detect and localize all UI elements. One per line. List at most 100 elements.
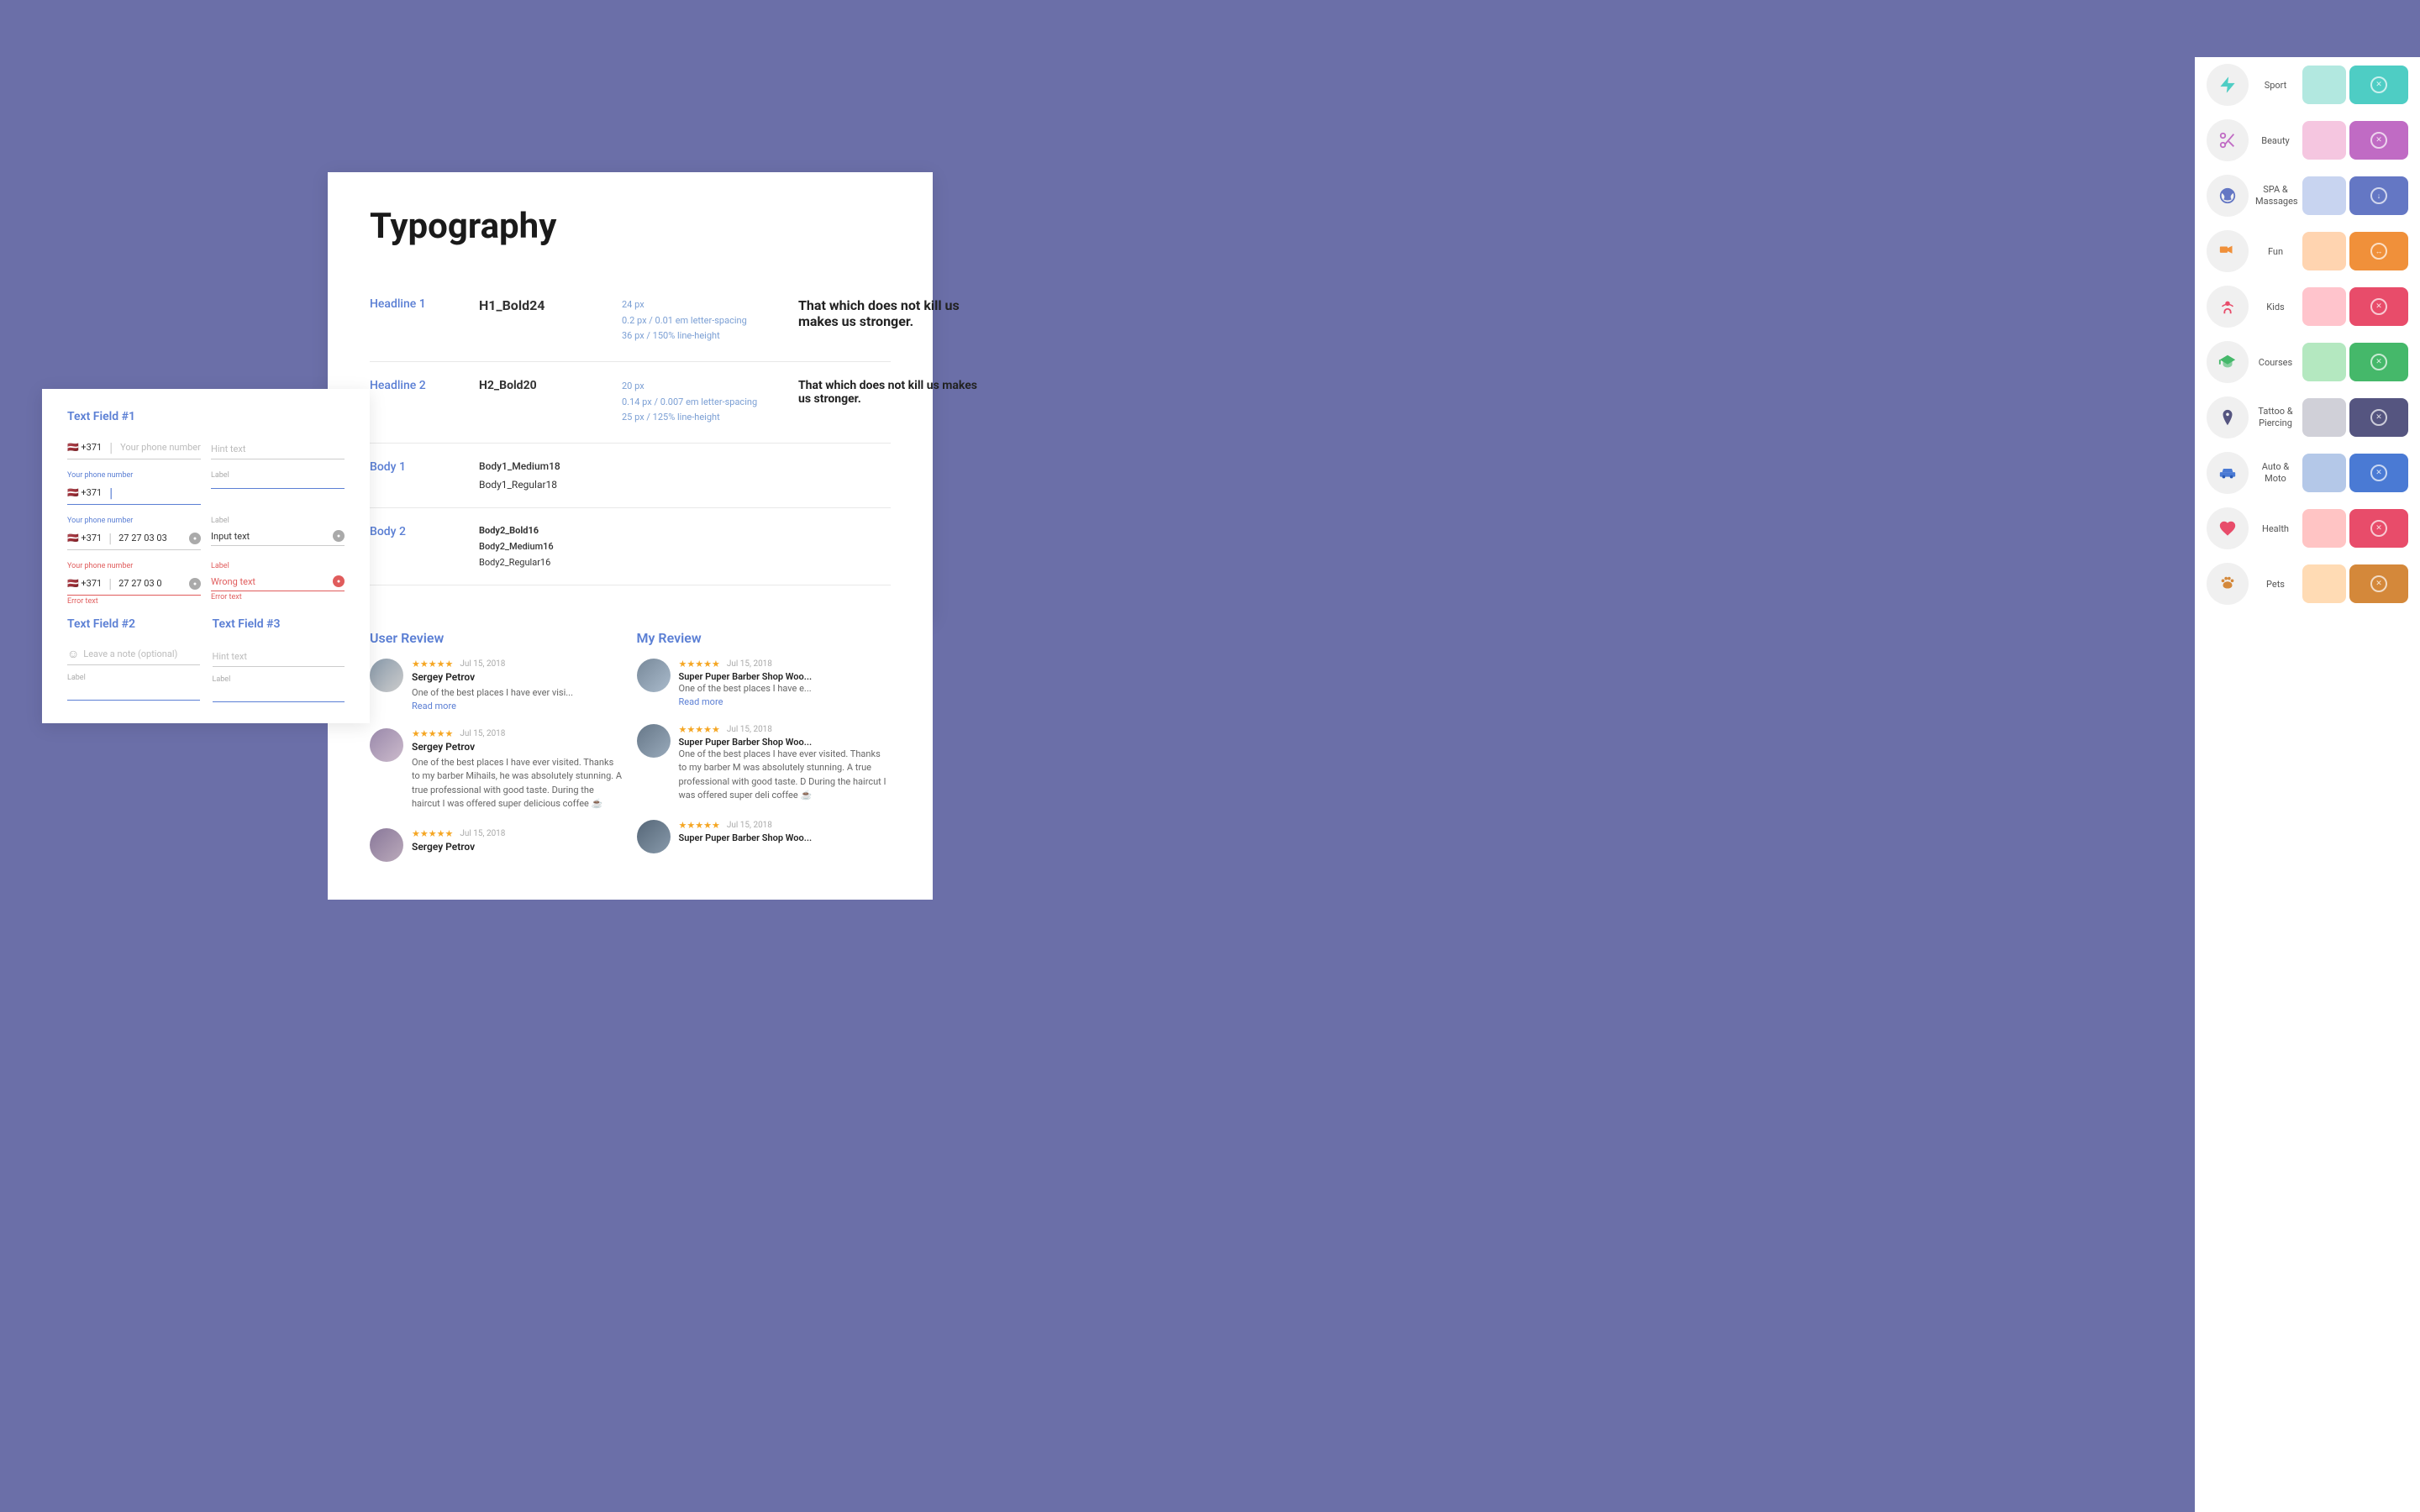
clear-button[interactable]: ● <box>333 530 345 542</box>
tf-section1-title: Text Field #1 <box>67 410 345 423</box>
typo-label-body1: Body 1 <box>370 460 471 474</box>
tattoo-label: Tattoo &Piercing <box>2255 406 2296 430</box>
beauty-icon-circle <box>2207 119 2249 161</box>
sport-color-light <box>2302 66 2346 104</box>
kids-x-circle[interactable]: ✕ <box>2370 298 2387 315</box>
beauty-color-light <box>2302 121 2346 160</box>
tf-row-4: Your phone number 🇱🇻 +371 | 27 27 03 0 ●… <box>67 562 345 606</box>
spa-color-dark: ↓ <box>2349 176 2408 215</box>
sport-icon-circle <box>2207 64 2249 106</box>
typography-panel: Typography Headline 1 H1_Bold24 24 px 0.… <box>328 172 933 619</box>
courses-label: Courses <box>2255 357 2296 368</box>
car-icon <box>2218 464 2237 482</box>
my-review-item-2: ★★★★★ Jul 15, 2018 Super Puper Barber Sh… <box>637 724 892 803</box>
phone-input-error[interactable]: 🇱🇻 +371 | 27 27 03 0 ● <box>67 572 201 596</box>
tf-section3: Text Field #3 Hint text Label <box>213 617 345 702</box>
textfields-panel: Text Field #1 🇱🇻 +371 | Your phone numbe… <box>42 389 370 723</box>
pets-x-circle[interactable]: ✕ <box>2370 575 2387 592</box>
typo-label-body2: Body 2 <box>370 525 471 538</box>
error-message: Error text <box>67 597 201 606</box>
phone-input-1[interactable]: 🇱🇻 +371 | Your phone number <box>67 436 201 459</box>
label-input-3b[interactable] <box>213 685 345 702</box>
my-review-title: My Review <box>637 630 892 646</box>
sidebar-entry-auto: Auto &Moto ✕ <box>2195 445 2420 501</box>
reviews-grid: User Review ★★★★★ Jul 15, 2018 Sergey Pe… <box>370 630 891 879</box>
courses-colors: ✕ <box>2302 343 2408 381</box>
review-content: ★★★★★ Jul 15, 2018 Super Puper Barber Sh… <box>679 820 813 843</box>
spa-icon-circle <box>2207 175 2249 217</box>
user-reviews-col: User Review ★★★★★ Jul 15, 2018 Sergey Pe… <box>370 630 624 879</box>
my-review-item-1: ★★★★★ Jul 15, 2018 Super Puper Barber Sh… <box>637 659 892 707</box>
kids-icon-circle <box>2207 286 2249 328</box>
country-code: 🇱🇻 +371 <box>67 487 102 498</box>
page-title: Typography <box>370 206 891 247</box>
sport-icon <box>2218 76 2237 94</box>
clear-button[interactable]: ● <box>333 575 345 587</box>
avatar <box>370 828 403 862</box>
beauty-label: Beauty <box>2255 135 2296 146</box>
read-more-link[interactable]: Read more <box>412 701 573 711</box>
error-label: Label <box>211 562 345 570</box>
label-input-2[interactable] <box>211 481 345 489</box>
courses-x-circle[interactable]: ✕ <box>2370 354 2387 370</box>
phone-input-2[interactable]: 🇱🇻 +371 | <box>67 481 201 505</box>
graduation-icon <box>2218 353 2237 371</box>
fun-color-light <box>2302 232 2346 270</box>
read-more-link[interactable]: Read more <box>679 696 813 707</box>
pets-color-light <box>2302 564 2346 603</box>
label-input-error[interactable]: Wrong text ● <box>211 572 345 591</box>
review-content: ★★★★★ Jul 15, 2018 Sergey Petrov One of … <box>412 728 624 811</box>
health-label: Health <box>2255 523 2296 534</box>
review-date: Jul 15, 2018 <box>727 821 772 830</box>
country-code: 🇱🇻 +371 <box>67 578 102 589</box>
typo-style-h1: H1_Bold24 <box>479 297 613 313</box>
review-date: Jul 15, 2018 <box>727 659 772 669</box>
auto-color-light <box>2302 454 2346 492</box>
review-shop: Super Puper Barber Shop Woo... <box>679 671 813 682</box>
health-icon-circle <box>2207 507 2249 549</box>
tattoo-colors: ✕ <box>2302 398 2408 437</box>
tf-section2: Text Field #2 ☺ Leave a note (optional) … <box>67 617 200 702</box>
avatar <box>370 728 403 762</box>
sidebar-entry-pets: Pets ✕ <box>2195 556 2420 612</box>
typography-row-body2: Body 2 Body2_Bold16 Body2_Medium16 Body2… <box>370 508 891 585</box>
clear-button[interactable]: ● <box>189 578 201 590</box>
scissors-icon <box>2218 131 2237 150</box>
my-review-item-3: ★★★★★ Jul 15, 2018 Super Puper Barber Sh… <box>637 820 892 853</box>
typo-label-h2: Headline 2 <box>370 379 471 392</box>
review-name: Sergey Petrov <box>412 841 505 853</box>
spa-label: SPA &Massages <box>2255 184 2296 208</box>
phone-input-3[interactable]: 🇱🇻 +371 | 27 27 03 03 ● <box>67 527 201 550</box>
auto-x-circle[interactable]: ✕ <box>2370 465 2387 481</box>
hint-input-1[interactable]: Hint text <box>211 436 345 459</box>
sidebar-entry-fun: Fun ↔ <box>2195 223 2420 279</box>
error-label: Your phone number <box>67 562 201 570</box>
error-message: Error text <box>211 593 345 601</box>
review-date: Jul 15, 2018 <box>460 659 505 669</box>
typo-specs-h2: 20 px 0.14 px / 0.007 em letter-spacing … <box>622 379 790 426</box>
spa-down-circle[interactable]: ↓ <box>2370 187 2387 204</box>
review-date: Jul 15, 2018 <box>460 729 505 738</box>
sidebar-entry-tattoo: Tattoo &Piercing ✕ <box>2195 390 2420 445</box>
review-stars: ★★★★★ <box>412 728 453 739</box>
health-x-circle[interactable]: ✕ <box>2370 520 2387 537</box>
tf-section3-title: Text Field #3 <box>213 617 345 631</box>
hint-input-3[interactable]: Hint text <box>213 643 345 667</box>
typography-row-h2: Headline 2 H2_Bold20 20 px 0.14 px / 0.0… <box>370 362 891 444</box>
clear-button[interactable]: ● <box>189 533 201 544</box>
phone-label: Your phone number <box>67 517 201 525</box>
my-reviews-col: My Review ★★★★★ Jul 15, 2018 Super Puper… <box>637 630 892 879</box>
user-review-title: User Review <box>370 630 624 646</box>
courses-icon-circle <box>2207 341 2249 383</box>
review-stars: ★★★★★ <box>679 659 720 669</box>
beauty-x-circle[interactable]: ✕ <box>2370 132 2387 149</box>
health-color-light <box>2302 509 2346 548</box>
tattoo-x-circle[interactable]: ✕ <box>2370 409 2387 426</box>
review-shop: Super Puper Barber Shop Woo... <box>679 832 813 843</box>
label-input-2b[interactable] <box>67 684 200 701</box>
user-review-item-3: ★★★★★ Jul 15, 2018 Sergey Petrov <box>370 828 624 862</box>
sport-x-circle[interactable]: ✕ <box>2370 76 2387 93</box>
fun-arrows-circle[interactable]: ↔ <box>2370 243 2387 260</box>
label-input-3[interactable]: Input text ● <box>211 527 345 546</box>
note-input[interactable]: ☺ Leave a note (optional) <box>67 643 200 665</box>
